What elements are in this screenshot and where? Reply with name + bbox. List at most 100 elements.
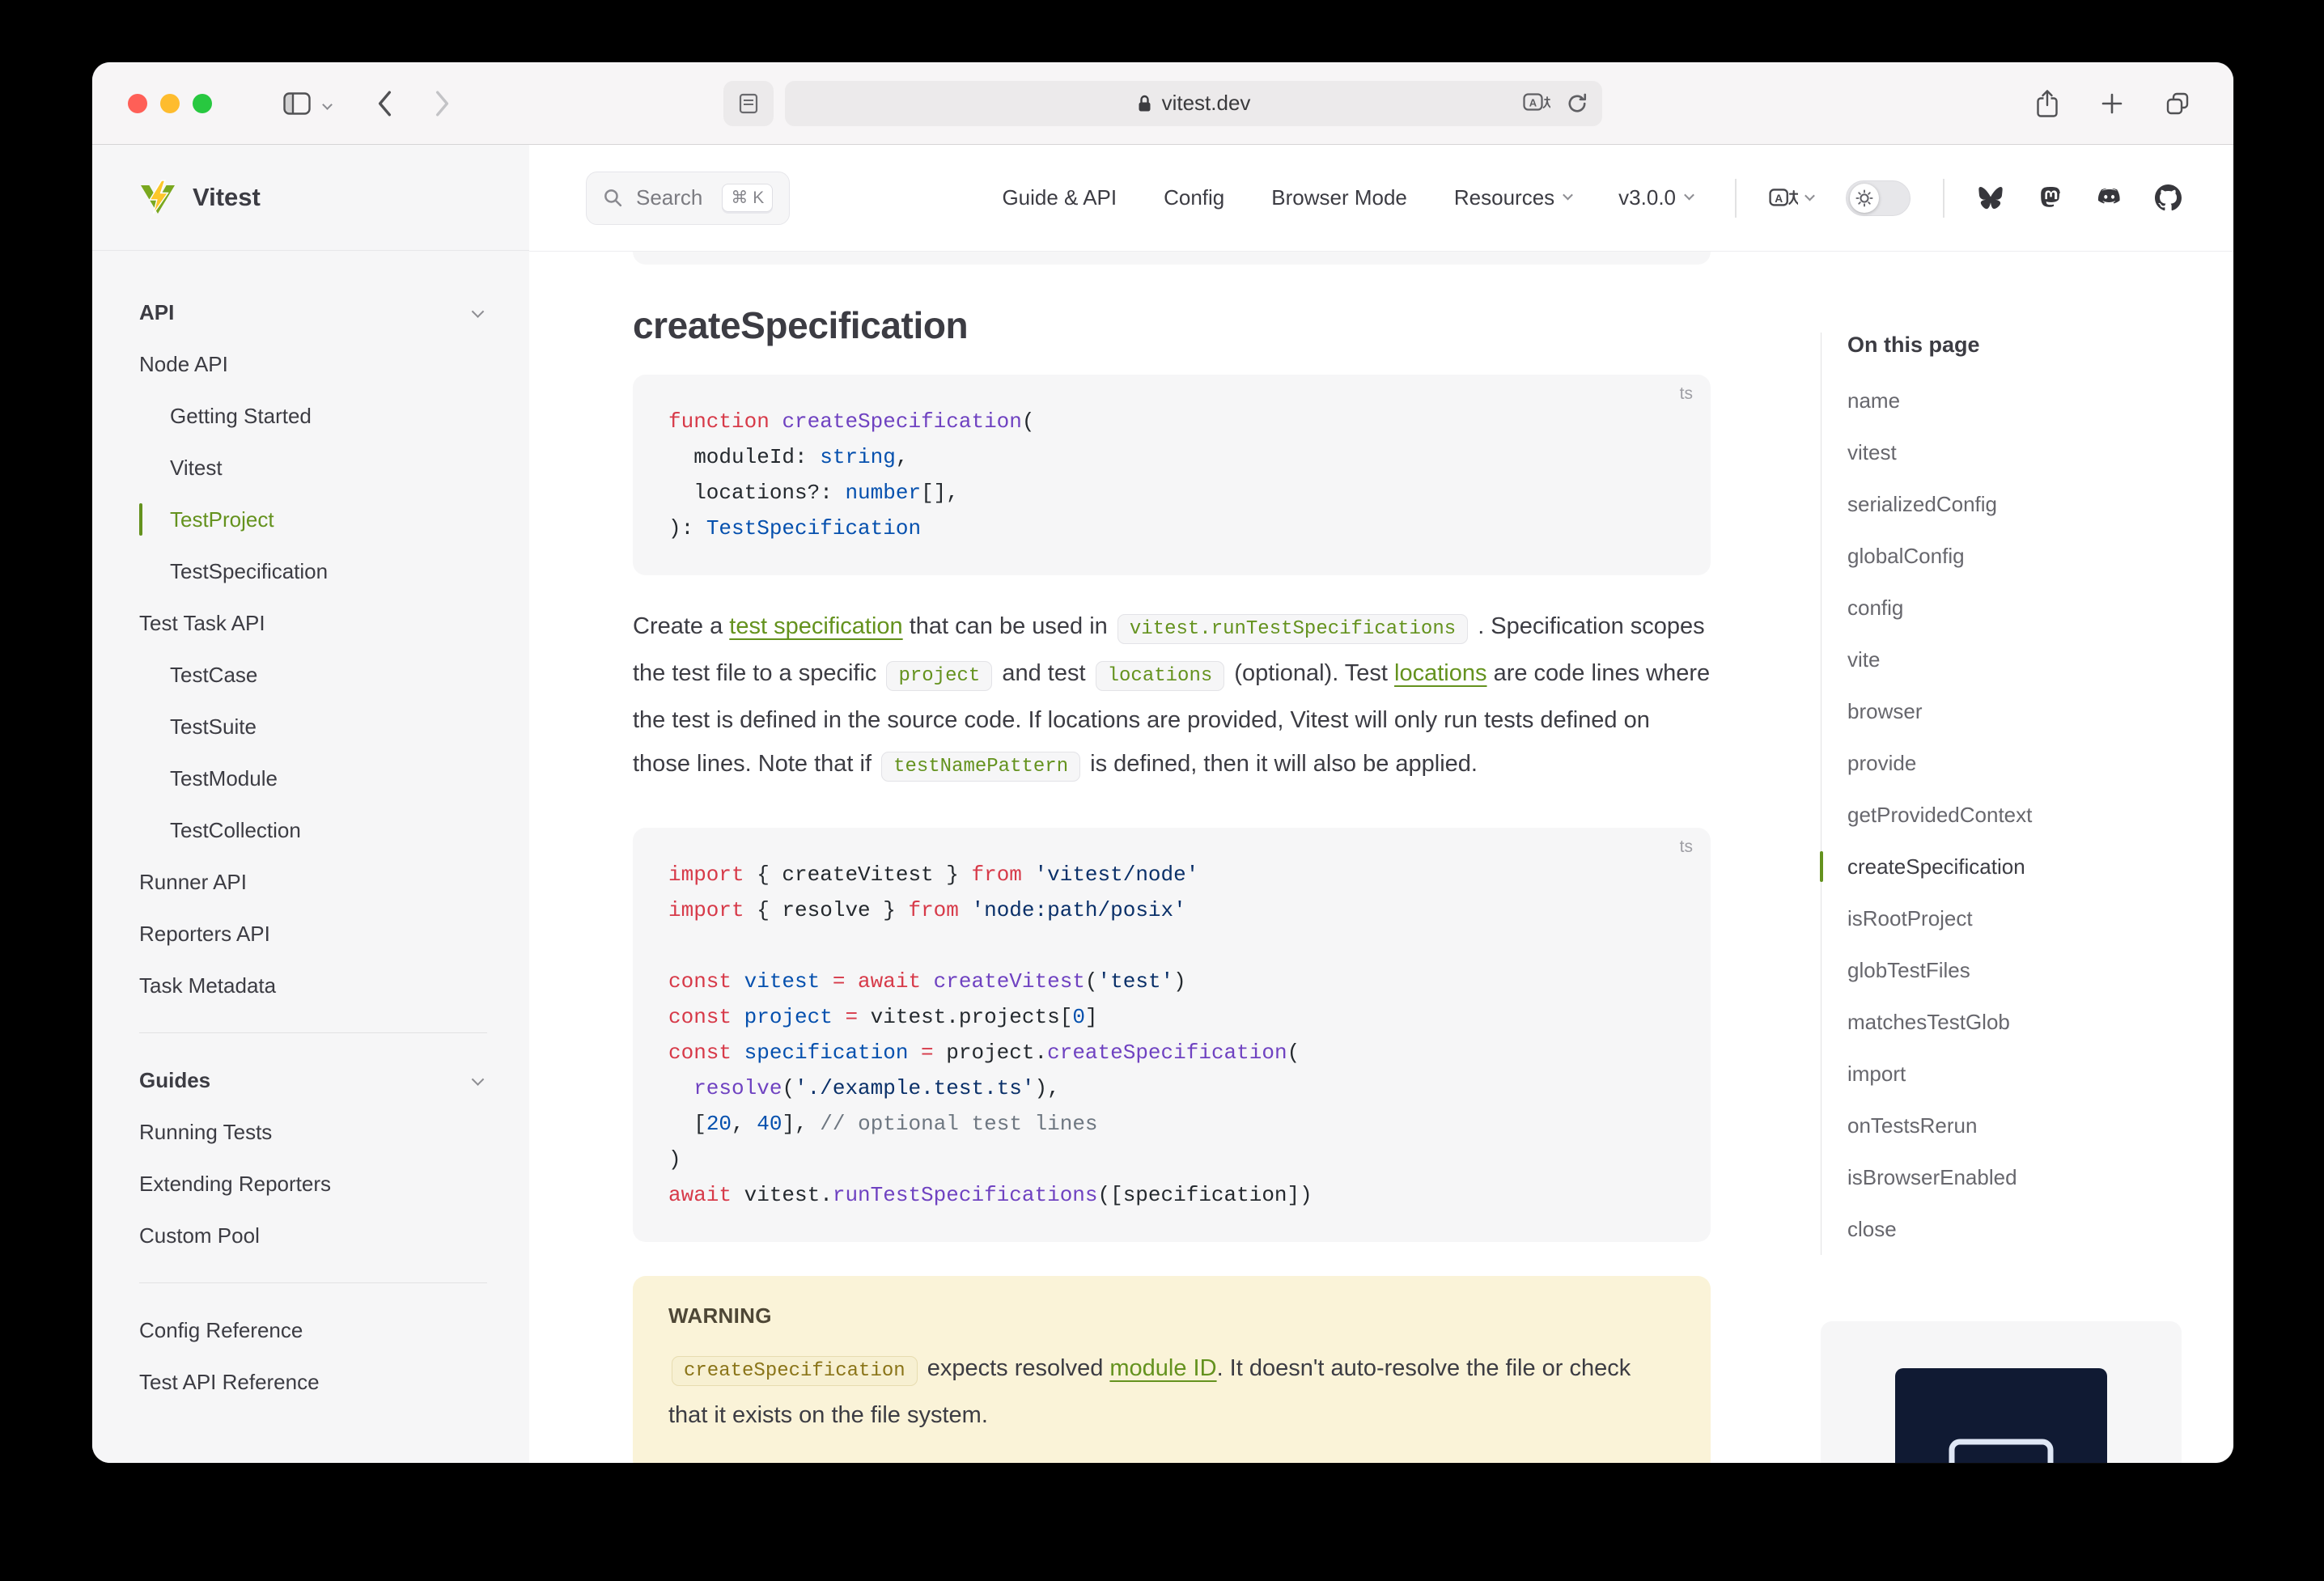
code-line: function createSpecification( — [668, 404, 1675, 439]
sidebar-item-extending-reporters[interactable]: Extending Reporters — [139, 1158, 487, 1210]
discord-icon[interactable] — [2095, 186, 2123, 210]
outline-item-matchestestglob[interactable]: matchesTestGlob — [1847, 996, 2182, 1048]
code-block-signature: ts function createSpecification( moduleI… — [633, 375, 1711, 575]
sidebar-item-testmodule[interactable]: TestModule — [139, 752, 487, 804]
sidebar-toggle-icon — [283, 92, 311, 115]
github-icon[interactable] — [2155, 184, 2182, 211]
mastodon-icon[interactable] — [2037, 185, 2063, 211]
previous-code-block-clipped — [633, 252, 1711, 265]
sidebar-item-testcollection[interactable]: TestCollection — [139, 804, 487, 856]
sidebar-item-config-reference[interactable]: Config Reference — [139, 1304, 487, 1356]
forward-button[interactable] — [433, 90, 451, 117]
sidebar-item-testcase[interactable]: TestCase — [139, 649, 487, 701]
sidebar-item-testproject[interactable]: TestProject — [139, 494, 487, 545]
outline-item-import[interactable]: import — [1847, 1048, 2182, 1100]
outline-item-vitest[interactable]: vitest — [1847, 426, 2182, 478]
nav-item-browser-mode[interactable]: Browser Mode — [1271, 185, 1407, 210]
outline-item-name[interactable]: name — [1847, 375, 2182, 426]
inline-code: testNamePattern — [881, 752, 1080, 782]
nav-item-label: Browser Mode — [1271, 185, 1407, 210]
sponsor-card[interactable]: </> — [1821, 1321, 2182, 1463]
doc-link-module-id[interactable]: module ID — [1109, 1355, 1216, 1381]
sidebar-item-node-api[interactable]: Node API — [139, 338, 487, 390]
sidebar-item-label: Test Task API — [139, 611, 265, 636]
share-button[interactable] — [2036, 89, 2059, 118]
sidebar-item-custom-pool[interactable]: Custom Pool — [139, 1210, 487, 1261]
nav-item-resources[interactable]: Resources — [1454, 185, 1571, 210]
nav-menu: Guide & API Config Browser Mode Resources v3… — [1002, 185, 1693, 210]
toolbar-right-actions — [2036, 89, 2233, 118]
language-icon: A — [1769, 185, 1798, 211]
page-appearance-button[interactable] — [723, 81, 774, 126]
code-lang-label: ts — [1680, 837, 1693, 857]
outline-item-browser[interactable]: browser — [1847, 685, 2182, 737]
nav-item-config[interactable]: Config — [1164, 185, 1224, 210]
bluesky-icon[interactable] — [1977, 185, 2004, 211]
code-line: const specification = project.createSpec… — [668, 1035, 1675, 1070]
sidebar-item-reporters-api[interactable]: Reporters API — [139, 908, 487, 960]
code-line: await vitest.runTestSpecifications([spec… — [668, 1177, 1675, 1213]
doc-scroll-area[interactable]: createSpecification ts function createSp… — [529, 252, 2233, 1463]
code-lang-label: ts — [1680, 384, 1693, 404]
theme-toggle[interactable] — [1846, 180, 1911, 216]
outline-item-isbrowserenabled[interactable]: isBrowserEnabled — [1847, 1151, 2182, 1203]
sidebar-item-label: Test API Reference — [139, 1370, 320, 1395]
address-bar[interactable]: vitest.dev A — [785, 81, 1602, 126]
sidebar-item-label: Getting Started — [170, 404, 312, 429]
new-tab-button[interactable] — [2101, 92, 2123, 115]
outline-item-config[interactable]: config — [1847, 582, 2182, 634]
sidebar-item-testsuite[interactable]: TestSuite — [139, 701, 487, 752]
outline-item-close[interactable]: close — [1847, 1203, 2182, 1255]
back-button[interactable] — [376, 90, 394, 117]
chevron-down-icon — [1804, 191, 1815, 201]
doc-link-test-specification[interactable]: test specification — [729, 613, 902, 639]
site-logo[interactable]: Vitest — [92, 145, 529, 251]
sidebar-item-testspecification[interactable]: TestSpecification — [139, 545, 487, 597]
sidebar-item-guides[interactable]: Guides — [139, 1054, 487, 1106]
tabs-icon — [2165, 91, 2190, 116]
sidebar-item-task-metadata[interactable]: Task Metadata — [139, 960, 487, 1011]
docs-sidebar: Vitest APINode APIGetting StartedVitestT… — [92, 145, 529, 1463]
outline-item-vite[interactable]: vite — [1847, 634, 2182, 685]
outline-item-globtestfiles[interactable]: globTestFiles — [1847, 944, 2182, 996]
doc-link-locations[interactable]: locations — [1394, 660, 1486, 686]
sidebar-item-vitest[interactable]: Vitest — [139, 442, 487, 494]
inline-code: locations — [1096, 661, 1225, 691]
search-button[interactable]: Search ⌘ K — [586, 172, 790, 225]
outline-list: namevitestserializedConfigglobalConfigco… — [1847, 375, 2182, 1255]
outline-item-serializedconfig[interactable]: serializedConfig — [1847, 478, 2182, 530]
top-nav: Search ⌘ K Guide & API Config Browser Mode… — [529, 145, 2233, 252]
sidebar-item-label: Reporters API — [139, 922, 270, 947]
code-line: moduleId: string, — [668, 439, 1675, 475]
sidebar-item-runner-api[interactable]: Runner API — [139, 856, 487, 908]
sidebar-item-running-tests[interactable]: Running Tests — [139, 1106, 487, 1158]
sidebar-item-api[interactable]: API — [139, 286, 487, 338]
code-content: function createSpecification( moduleId: … — [668, 404, 1675, 546]
minimize-window-button[interactable] — [160, 94, 180, 113]
outline-item-globalconfig[interactable]: globalConfig — [1847, 530, 2182, 582]
close-window-button[interactable] — [128, 94, 147, 113]
tab-overview-button[interactable] — [2165, 91, 2190, 116]
nav-item-guide-api[interactable]: Guide & API — [1002, 185, 1117, 210]
sidebar-item-test-task-api[interactable]: Test Task API — [139, 597, 487, 649]
code-line: const vitest = await createVitest('test'… — [668, 964, 1675, 999]
outline-item-ontestsrerun[interactable]: onTestsRerun — [1847, 1100, 2182, 1151]
outline-item-isrootproject[interactable]: isRootProject — [1847, 892, 2182, 944]
browser-toolbar: vitest.dev A — [92, 62, 2233, 145]
sidebar-item-getting-started[interactable]: Getting Started — [139, 390, 487, 442]
page-icon — [739, 93, 758, 114]
code-line — [668, 928, 1675, 964]
sidebar-toggle-button[interactable] — [283, 92, 311, 115]
outline-item-createspecification[interactable]: createSpecification — [1847, 841, 2182, 892]
outline-item-provide[interactable]: provide — [1847, 737, 2182, 789]
sidebar-item-label: Runner API — [139, 870, 247, 895]
zoom-window-button[interactable] — [193, 94, 212, 113]
translate-icon[interactable]: A — [1523, 93, 1550, 114]
tab-group-chevron-icon[interactable] — [322, 100, 333, 110]
sidebar-item-test-api-reference[interactable]: Test API Reference — [139, 1356, 487, 1408]
nav-item-v3-0-0[interactable]: v3.0.0 — [1618, 185, 1693, 210]
reload-icon[interactable] — [1567, 93, 1588, 114]
sidebar-item-label: Task Metadata — [139, 973, 276, 998]
outline-item-getprovidedcontext[interactable]: getProvidedContext — [1847, 789, 2182, 841]
language-menu-button[interactable]: A — [1769, 185, 1813, 211]
